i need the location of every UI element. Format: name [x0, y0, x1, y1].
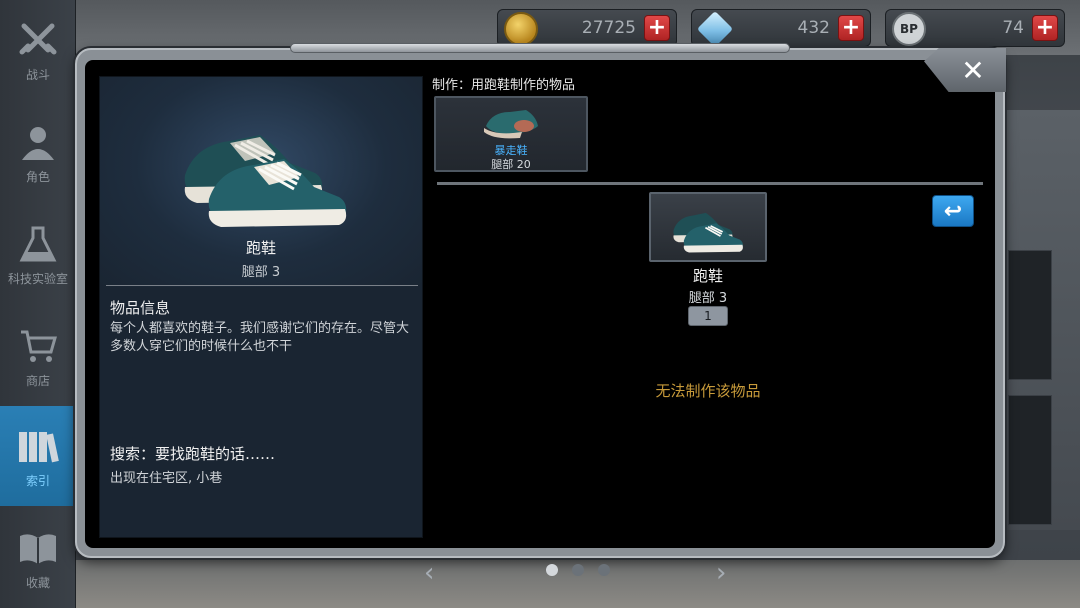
bp-amount: 74	[1002, 18, 1024, 38]
page-dot-1[interactable]	[546, 564, 558, 576]
item-slot: 腿部 3	[241, 265, 281, 280]
selected-item-card[interactable]	[649, 192, 767, 262]
sidebar-item-label: 收藏	[25, 575, 50, 590]
item-name: 跑鞋	[245, 239, 276, 257]
rampage-shoe-image	[484, 110, 538, 139]
add-gold-button[interactable]: +	[644, 15, 670, 41]
divider	[106, 285, 418, 286]
dialog-handle	[290, 43, 790, 53]
recipe-slot: 腿部 20	[491, 158, 531, 171]
sidebar-item-collection[interactable]: 收藏	[0, 508, 76, 608]
quantity-badge: 1	[688, 306, 728, 326]
crystal-icon	[696, 10, 734, 48]
item-info-panel: 跑鞋 腿部 3 物品信息 每个人都喜欢的鞋子。我们感谢它们的存在。尽管大多数人穿…	[99, 76, 423, 538]
craft-status: 无法制作该物品	[655, 382, 761, 400]
page-dot-2[interactable]	[572, 564, 584, 576]
sidebar-item-label: 战斗	[25, 67, 50, 82]
item-description: 每个人都喜欢的鞋子。我们感谢它们的存在。尽管大多数人穿它们的时候什么也不干	[110, 321, 410, 354]
bp-currency: BP 74 +	[885, 9, 1065, 47]
sidebar-item-label: 商店	[25, 373, 50, 388]
gold-coin-icon	[504, 12, 538, 46]
back-button[interactable]: ↩	[932, 195, 974, 227]
divider	[437, 182, 983, 185]
craft-header: 制作：用跑鞋制作的物品	[432, 78, 576, 93]
add-crystal-button[interactable]: +	[838, 15, 864, 41]
bp-paw-icon: BP	[892, 12, 926, 46]
crossed-swords-icon	[16, 18, 60, 62]
sidebar-item-label: 角色	[25, 169, 50, 184]
gold-amount: 27725	[581, 18, 636, 38]
background-slot	[1008, 250, 1052, 380]
previous-page-arrow[interactable]: ‹	[424, 558, 434, 588]
selected-item-name: 跑鞋	[692, 267, 723, 285]
recipe-card[interactable]: 暴走鞋 腿部 20	[434, 96, 588, 172]
crystal-currency: 432 +	[691, 9, 871, 48]
sidebar-item-tech-lab[interactable]: 科技实验室	[0, 204, 76, 304]
sneaker-image	[184, 135, 347, 227]
search-title: 搜索：要找跑鞋的话……	[110, 445, 276, 463]
search-location: 出现在住宅区, 小巷	[110, 471, 223, 486]
character-icon	[16, 120, 60, 164]
sidebar: 战斗 角色 科技实验室 商店 索引 收藏	[0, 0, 76, 608]
next-page-arrow[interactable]: ›	[716, 558, 726, 588]
item-info-title: 物品信息	[110, 299, 171, 317]
crystal-amount: 432	[797, 18, 830, 38]
selected-item-slot: 腿部 3	[688, 291, 728, 306]
sidebar-item-character[interactable]: 角色	[0, 102, 76, 202]
return-icon: ↩	[943, 198, 963, 224]
page-dot-3[interactable]	[598, 564, 610, 576]
sidebar-item-battle[interactable]: 战斗	[0, 0, 76, 100]
add-bp-button[interactable]: +	[1032, 15, 1058, 41]
sneaker-thumbnail	[673, 212, 743, 253]
open-book-icon	[16, 526, 60, 570]
close-icon: ✕	[961, 53, 985, 87]
gold-currency: 27725 +	[497, 9, 677, 47]
sidebar-item-label: 科技实验室	[7, 271, 68, 286]
cart-icon	[16, 324, 60, 368]
sidebar-item-index[interactable]: 索引	[0, 406, 76, 506]
flask-icon	[16, 222, 60, 266]
background-slot	[1008, 395, 1052, 525]
sidebar-item-shop[interactable]: 商店	[0, 306, 76, 406]
sidebar-item-label: 索引	[25, 473, 50, 488]
books-icon	[16, 424, 60, 468]
